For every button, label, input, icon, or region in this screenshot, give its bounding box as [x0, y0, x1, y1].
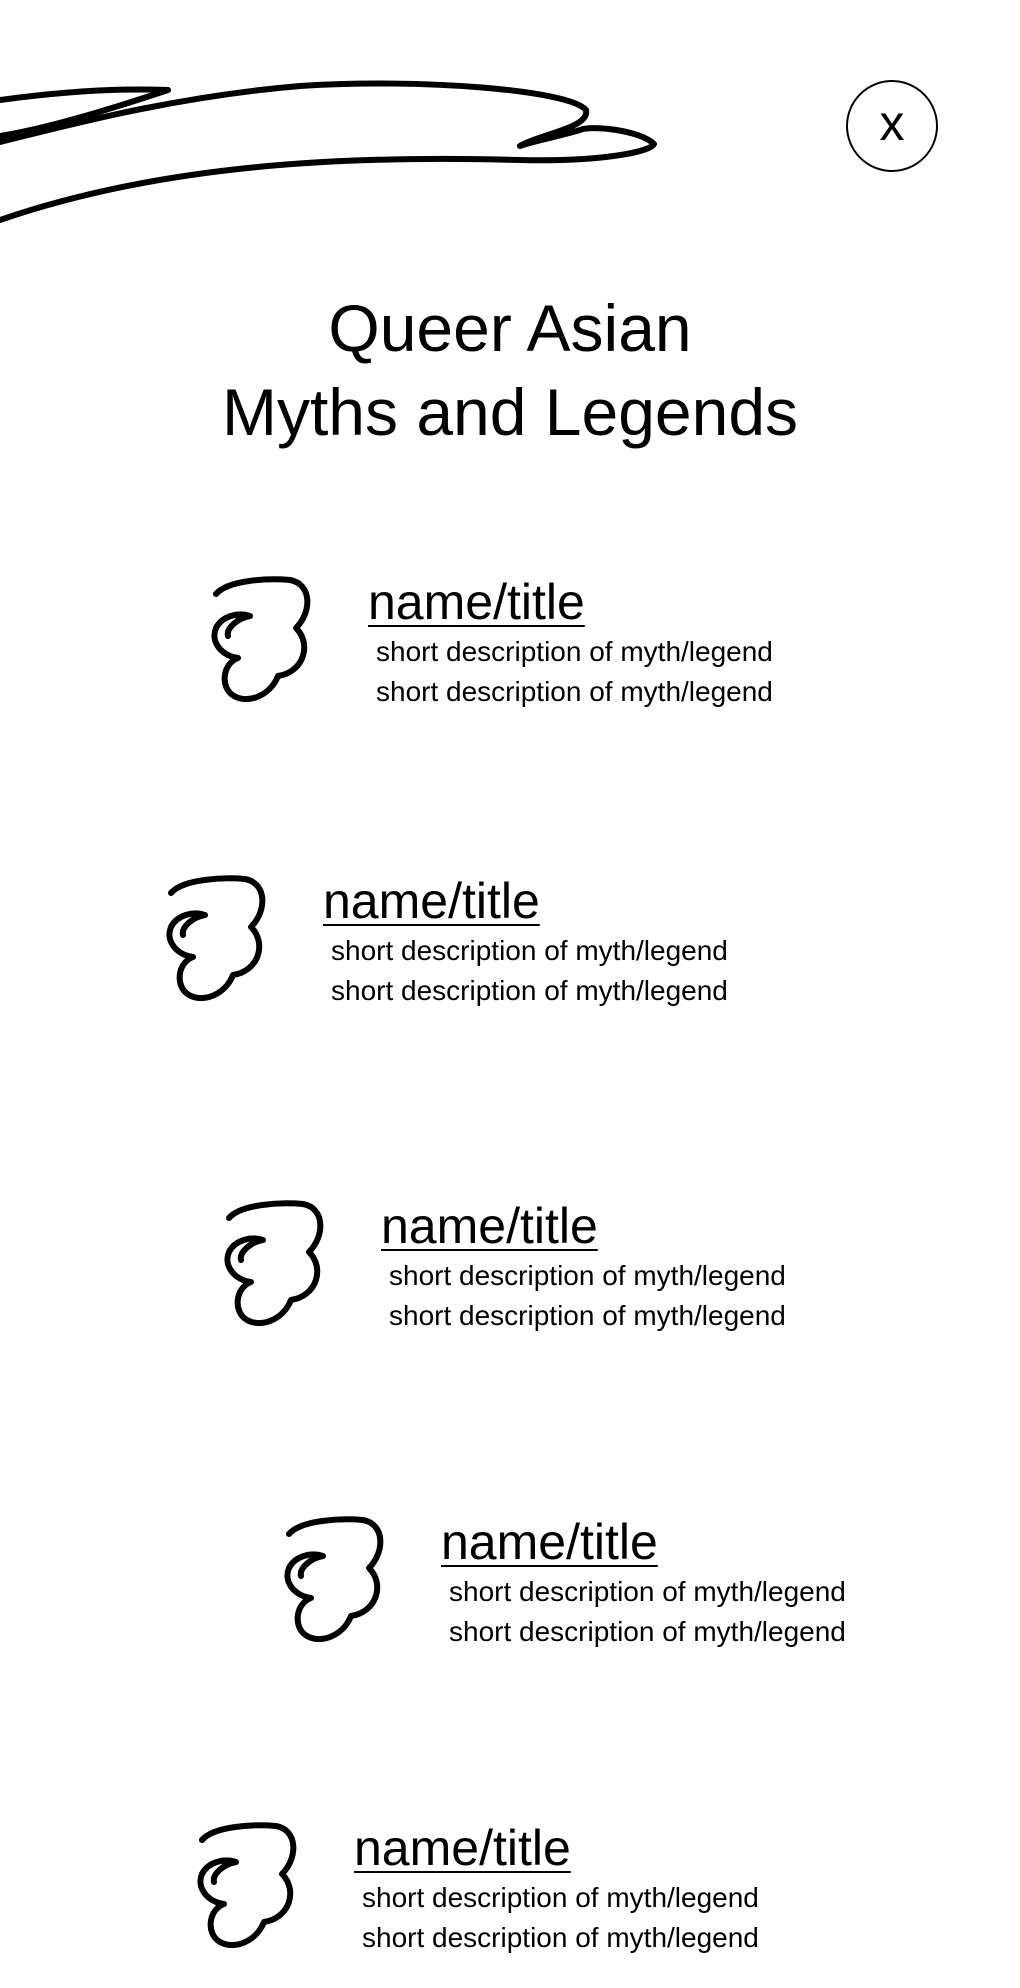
- decorative-swoosh: [0, 80, 657, 223]
- list-item[interactable]: name/title short description of myth/leg…: [163, 871, 863, 1041]
- list-item[interactable]: name/title short description of myth/leg…: [194, 1818, 894, 1988]
- curly-doodle-icon: [197, 1822, 297, 1949]
- entry-title-link[interactable]: name/title: [323, 871, 540, 931]
- list-item[interactable]: name/title short description of myth/leg…: [208, 572, 908, 742]
- entry-description: short description of myth/legend: [376, 676, 773, 707]
- list-item[interactable]: name/title short description of myth/leg…: [221, 1196, 921, 1366]
- curly-doodle-icon: [166, 875, 266, 1002]
- curly-doodle-icon: [284, 1516, 384, 1643]
- page-title: Queer Asian Myths and Legends: [0, 286, 1020, 454]
- entry-description: short description of myth/legend: [376, 636, 773, 667]
- close-label: x: [879, 95, 905, 151]
- close-button[interactable]: x: [846, 80, 938, 172]
- entry-description: short description of myth/legend: [389, 1300, 786, 1331]
- entry-description: short description of myth/legend: [449, 1576, 846, 1607]
- list-item[interactable]: name/title short description of myth/leg…: [281, 1512, 981, 1682]
- entry-title-link[interactable]: name/title: [368, 572, 585, 632]
- curly-doodle-icon: [224, 1200, 324, 1327]
- page-title-line-2: Myths and Legends: [221, 375, 799, 449]
- entry-description: short description of myth/legend: [331, 935, 728, 966]
- curly-doodle-icon: [211, 576, 311, 703]
- entry-description: short description of myth/legend: [362, 1922, 759, 1953]
- entry-description: short description of myth/legend: [362, 1882, 759, 1913]
- entry-description: short description of myth/legend: [389, 1260, 786, 1291]
- entry-title-link[interactable]: name/title: [354, 1818, 571, 1878]
- page-title-line-1: Queer Asian: [328, 291, 692, 365]
- entry-title-link[interactable]: name/title: [441, 1512, 658, 1572]
- entry-description: short description of myth/legend: [331, 975, 728, 1006]
- entry-title-link[interactable]: name/title: [381, 1196, 598, 1256]
- entry-description: short description of myth/legend: [449, 1616, 846, 1647]
